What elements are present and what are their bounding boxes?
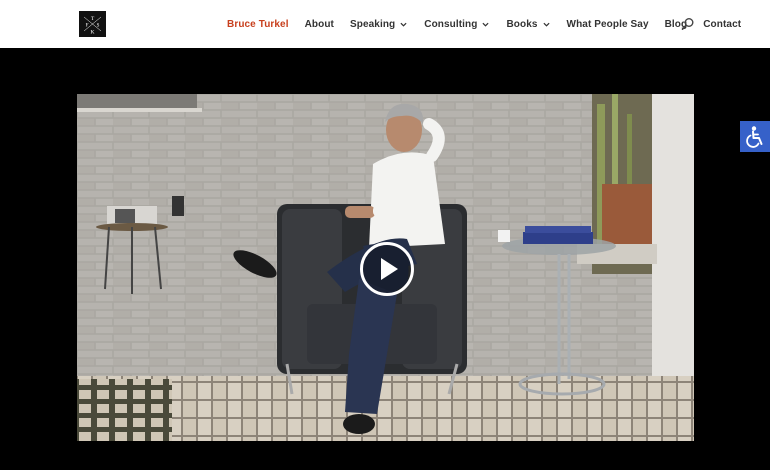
chevron-down-icon — [482, 19, 491, 29]
nav-item-speaking[interactable]: Speaking — [350, 19, 409, 30]
nav-label: Bruce Turkel — [227, 18, 289, 30]
search-icon — [681, 18, 694, 30]
main-navigation: Bruce Turkel About Speaking Consulting B… — [227, 0, 741, 48]
chevron-down-icon — [400, 19, 409, 29]
nav-label: Contact — [703, 18, 742, 30]
video-player[interactable] — [77, 94, 694, 441]
play-icon — [381, 258, 398, 280]
nav-item-about[interactable]: About — [305, 19, 334, 30]
svg-text:K: K — [91, 30, 95, 36]
nav-item-books[interactable]: Books — [506, 19, 551, 30]
nav-item-consulting[interactable]: Consulting — [424, 19, 491, 30]
wheelchair-accessibility-icon — [746, 126, 763, 148]
svg-text:S: S — [97, 24, 100, 29]
nav-label: Consulting — [424, 18, 478, 30]
nav-label: About — [304, 18, 334, 30]
nav-label: Speaking — [349, 18, 396, 30]
chevron-down-icon — [542, 19, 552, 29]
nav-item-bruce-turkel[interactable]: Bruce Turkel — [227, 19, 289, 30]
logo-monogram-icon: T F S K — [79, 11, 106, 37]
hero-section — [0, 48, 770, 470]
accessibility-toolbar-button[interactable] — [740, 121, 770, 152]
site-logo[interactable]: T F S K — [79, 11, 106, 37]
search-button[interactable] — [681, 17, 695, 31]
nav-label: What People Say — [566, 18, 649, 30]
site-header: T F S K Bruce Turkel About Speaking Cons… — [0, 0, 770, 48]
svg-text:F: F — [86, 24, 89, 29]
nav-item-what-people-say[interactable]: What People Say — [567, 19, 649, 30]
play-button[interactable] — [360, 242, 414, 296]
nav-label: Books — [506, 18, 538, 30]
nav-item-contact[interactable]: Contact — [703, 19, 741, 30]
